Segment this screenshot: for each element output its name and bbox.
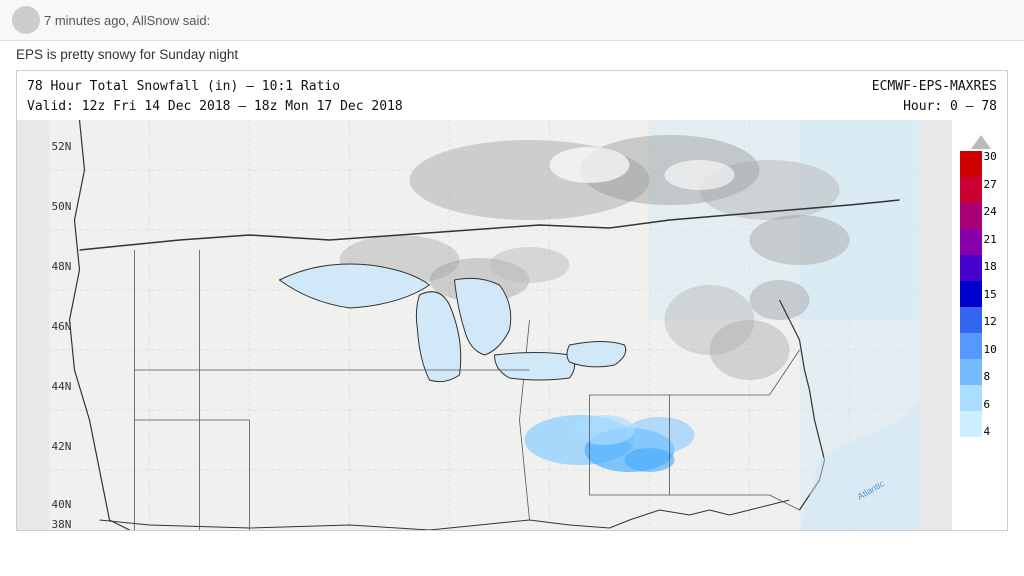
- weather-map-container: 52N 50N 48N 46N 44N 42N 40N 38N: [17, 120, 1007, 530]
- legend-triangle: [971, 135, 991, 149]
- legend-swatch-6: [960, 385, 982, 411]
- weather-model-info: ECMWF-EPS-MAXRES Hour: 0 – 78: [872, 77, 997, 116]
- legend-swatch-15: [960, 281, 982, 307]
- legend-label-10: 10: [984, 344, 997, 355]
- legend-label-6: 6: [984, 399, 997, 410]
- legend-label-27: 27: [984, 179, 997, 190]
- legend-label-21: 21: [984, 234, 997, 245]
- map-area: 52N 50N 48N 46N 44N 42N 40N 38N: [17, 120, 952, 530]
- svg-text:52N: 52N: [52, 140, 72, 153]
- legend-swatch-12: [960, 307, 982, 333]
- weather-title-line1: 78 Hour Total Snowfall (in) – 10:1 Ratio: [27, 77, 997, 97]
- weather-header: 78 Hour Total Snowfall (in) – 10:1 Ratio…: [17, 71, 1007, 120]
- svg-text:50N: 50N: [52, 200, 72, 213]
- svg-text:38N: 38N: [52, 518, 72, 530]
- post-header: 7 minutes ago, AllSnow said:: [0, 0, 1024, 41]
- weather-card: 78 Hour Total Snowfall (in) – 10:1 Ratio…: [16, 70, 1008, 531]
- legend-labels: 30 27 24 21 18 15 12 10 8 6 4: [982, 151, 997, 437]
- legend-swatch-8: [960, 359, 982, 385]
- svg-text:42N: 42N: [52, 440, 72, 453]
- weather-hours: Hour: 0 – 78: [872, 97, 997, 117]
- weather-title-line2: Valid: 12z Fri 14 Dec 2018 – 18z Mon 17 …: [27, 97, 997, 117]
- legend-swatch-24: [960, 203, 982, 229]
- post-timestamp: 7 minutes ago, AllSnow said:: [44, 13, 210, 28]
- legend-color-column: [960, 151, 982, 437]
- legend-area: 30 27 24 21 18 15 12 10 8 6 4: [952, 120, 1007, 530]
- legend-label-15: 15: [984, 289, 997, 300]
- legend-swatch-10: [960, 333, 982, 359]
- post-text: EPS is pretty snowy for Sunday night: [16, 47, 238, 62]
- svg-text:40N: 40N: [52, 498, 72, 511]
- legend-label-18: 18: [984, 261, 997, 272]
- post-body: EPS is pretty snowy for Sunday night: [0, 41, 1024, 70]
- legend-label-30: 30: [984, 151, 997, 162]
- legend-label-24: 24: [984, 206, 997, 217]
- page-container: 7 minutes ago, AllSnow said: EPS is pret…: [0, 0, 1024, 576]
- legend-swatch-21: [960, 229, 982, 255]
- legend-swatch-18: [960, 255, 982, 281]
- legend-swatch-27: [960, 177, 982, 203]
- svg-text:44N: 44N: [52, 380, 72, 393]
- map-svg: 52N 50N 48N 46N 44N 42N 40N 38N: [17, 120, 952, 530]
- legend-swatch-4: [960, 411, 982, 437]
- legend-swatch-30: [960, 151, 982, 177]
- post-meta: 7 minutes ago, AllSnow said:: [44, 13, 210, 28]
- svg-text:46N: 46N: [52, 320, 72, 333]
- legend-label-8: 8: [984, 371, 997, 382]
- avatar: [12, 6, 40, 34]
- legend-label-4: 4: [984, 426, 997, 437]
- legend-label-12: 12: [984, 316, 997, 327]
- weather-model-name: ECMWF-EPS-MAXRES: [872, 77, 997, 97]
- svg-text:48N: 48N: [52, 260, 72, 273]
